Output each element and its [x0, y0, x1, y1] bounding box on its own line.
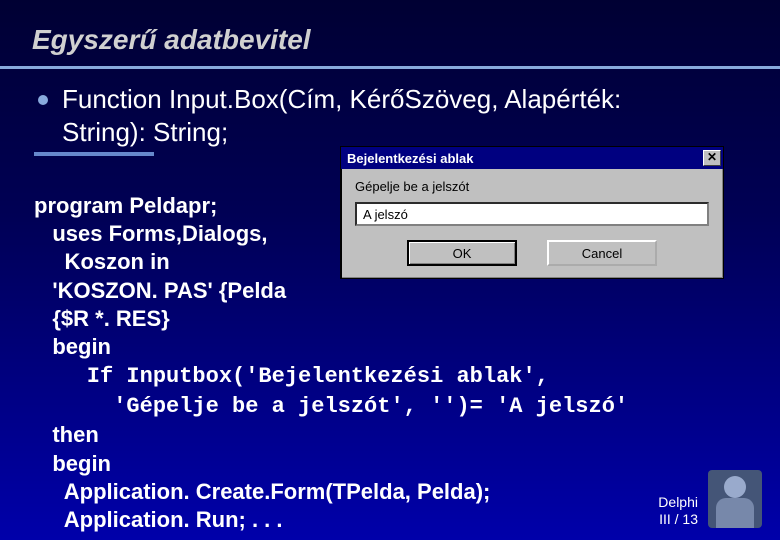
dialog-title: Bejelentkezési ablak [347, 151, 703, 166]
close-button[interactable]: ✕ [703, 150, 721, 166]
function-signature: Function Input.Box(Cím, KérőSzöveg, Alap… [62, 83, 621, 148]
bullet-row: Function Input.Box(Cím, KérőSzöveg, Alap… [34, 83, 746, 148]
code-l4: 'KOSZON. PAS' {Pelda [34, 278, 286, 303]
dialog-titlebar[interactable]: Bejelentkezési ablak ✕ [341, 147, 723, 169]
code-l12: Application. Run; . . . [34, 507, 283, 532]
code-l1: program Peldapr; [34, 193, 217, 218]
cancel-button[interactable]: Cancel [547, 240, 657, 266]
code-l11: Application. Create.Form(TPelda, Pelda); [34, 479, 490, 504]
statue-icon [708, 470, 762, 528]
password-input[interactable] [355, 202, 709, 226]
footer-line-1: Delphi [658, 494, 698, 510]
code-l8: 'Gépelje be a jelszót', '')= 'A jelszó' [34, 394, 628, 419]
slide-content: Function Input.Box(Cím, KérőSzöveg, Alap… [0, 69, 780, 534]
dialog-button-row: OK Cancel [355, 240, 709, 266]
inputbox-dialog: Bejelentkezési ablak ✕ Gépelje be a jels… [340, 146, 724, 279]
dialog-body: Gépelje be a jelszót OK Cancel [341, 169, 723, 278]
code-l6: begin [34, 334, 111, 359]
func-line-2: String): String; [62, 117, 228, 147]
bullet-dot-icon [38, 95, 48, 105]
func-line-1: Function Input.Box(Cím, KérőSzöveg, Alap… [62, 84, 621, 114]
code-l7: If Inputbox('Bejelentkezési ablak', [34, 364, 549, 389]
code-l10: begin [34, 451, 111, 476]
page-label: Delphi III / 13 [658, 494, 698, 528]
footer-line-2: III / 13 [659, 511, 698, 527]
slide-title: Egyszerű adatbevitel [0, 0, 780, 60]
code-l2: uses Forms,Dialogs, [34, 221, 268, 246]
accent-line [34, 152, 154, 156]
slide-footer: Delphi III / 13 [658, 470, 762, 528]
close-icon: ✕ [707, 150, 717, 164]
code-l9: then [34, 422, 99, 447]
code-l5: {$R *. RES} [34, 306, 170, 331]
dialog-prompt: Gépelje be a jelszót [355, 179, 709, 194]
ok-button[interactable]: OK [407, 240, 517, 266]
code-l3: Koszon in [34, 249, 170, 274]
